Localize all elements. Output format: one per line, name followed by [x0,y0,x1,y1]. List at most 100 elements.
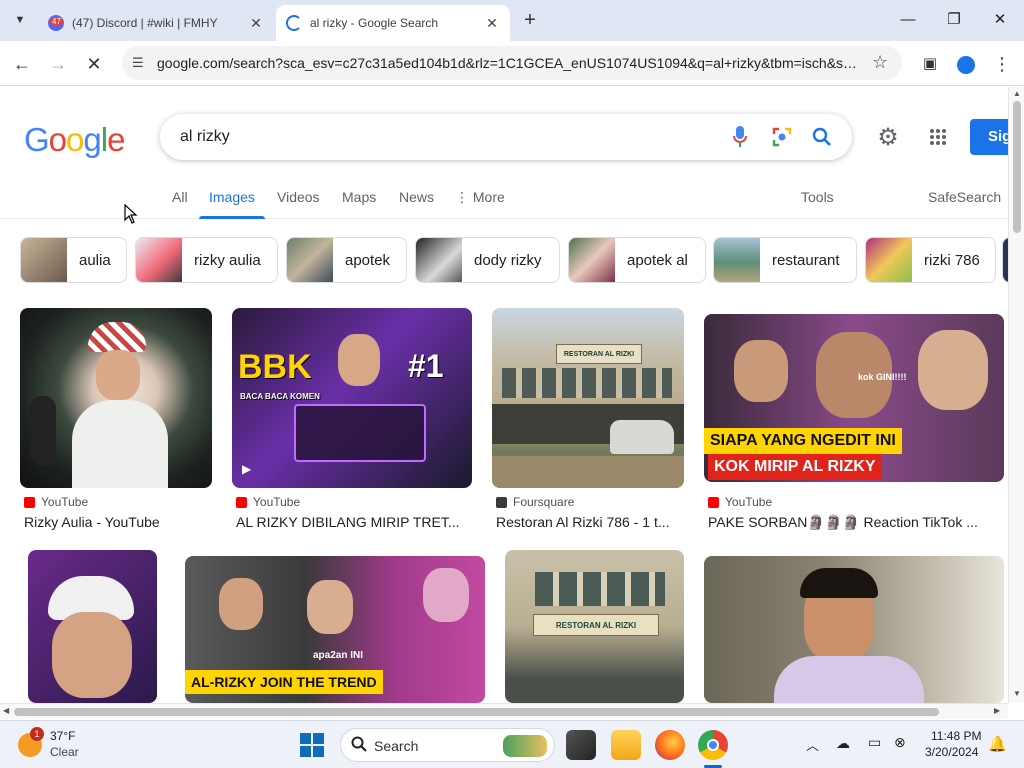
back-button[interactable]: ← [8,50,36,78]
result-title[interactable]: Rizky Aulia - YouTube [24,514,212,530]
clock-time[interactable]: 11:48 PM [931,729,981,743]
browser-menu-icon[interactable]: ⋮ [988,50,1016,78]
scrollbar-thumb[interactable] [1013,101,1021,233]
network-sound-icon[interactable]: ⊗ [894,734,906,751]
firefox-icon[interactable] [655,730,685,760]
image-result[interactable]: RESTORAN AL RIZKI [505,550,684,703]
voice-search-icon[interactable] [728,125,752,149]
result-thumbnail[interactable]: RESTORAN AL RIZKI [492,308,684,488]
site-info-icon[interactable]: ☰ [132,55,144,71]
onedrive-off-icon[interactable]: ☁ [836,735,850,752]
youtube-icon [708,496,719,508]
result-title[interactable]: PAKE SORBAN🗿🗿🗿 Reaction TikTok ... [708,514,998,531]
chip-rizki-786[interactable]: rizki 786 [865,237,996,283]
tab-videos[interactable]: Videos [277,189,320,205]
foursquare-icon [496,496,507,508]
chip-aulia[interactable]: aulia [20,237,127,283]
face-shape [219,578,263,630]
image-result[interactable]: BBK BACA BACA KOMEN #1 ▶ YouTube AL RIZK… [232,308,472,538]
close-tab-icon[interactable]: ✕ [484,15,500,32]
result-thumbnail[interactable]: RESTORAN AL RIZKI [505,550,684,703]
show-hidden-icons-chevron[interactable]: ︿ [806,735,819,754]
task-view-icon[interactable] [566,730,596,760]
result-title[interactable]: Restoran Al Rizki 786 - 1 t... [496,514,684,530]
clock-date[interactable]: 3/20/2024 [925,745,978,759]
result-title[interactable]: AL RIZKY DIBILANG MIRIP TRET... [236,514,472,530]
result-thumbnail[interactable] [20,308,212,488]
tools-button[interactable]: Tools [801,189,834,205]
new-tab-button[interactable]: + [518,8,542,32]
notification-bell-icon[interactable]: 🔔 [988,735,1007,753]
image-result[interactable]: RESTORAN AL RIZKI Foursquare Restoran Al… [492,308,684,538]
start-button[interactable] [300,733,324,757]
image-result[interactable]: YouTube Rizky Aulia - YouTube [20,308,212,538]
thumbnail-banner: KOK MIRIP AL RIZKY [708,454,882,480]
tab-more[interactable]: ⋮ More [455,189,505,206]
search-box[interactable]: al rizky [160,114,852,160]
image-result[interactable] [704,556,1004,703]
bookmark-star-icon[interactable]: ☆ [872,52,888,73]
google-apps-icon[interactable] [924,123,952,151]
forward-button[interactable]: → [44,50,72,78]
sign-in-button[interactable]: Sig [970,119,1008,155]
result-thumbnail[interactable]: apa2an INI AL-RIZKY JOIN THE TREND [185,556,485,703]
scroll-up-arrow-icon[interactable]: ▲ [1013,89,1021,98]
thumbnail-text-small: BACA BACA KOMEN [240,392,320,401]
image-result[interactable]: apa2an INI AL-RIZKY JOIN THE TREND [185,556,485,703]
chip-apotek-al[interactable]: apotek al [568,237,706,283]
tab-all[interactable]: All [172,189,188,205]
address-bar[interactable]: ☰ google.com/search?sca_esv=c27c31a5ed10… [122,46,902,80]
image-result[interactable] [28,550,157,703]
lens-search-icon[interactable] [770,125,794,149]
chip-restaurant[interactable]: restaurant [713,237,857,283]
scroll-left-arrow-icon[interactable]: ◀ [3,706,9,715]
image-result[interactable]: kok GINI!!!! SIAPA YANG NGEDIT INI KOK M… [704,308,1004,538]
tab-search-button[interactable]: ▼ [10,10,30,30]
safesearch-button[interactable]: SafeSearch [928,189,1001,205]
result-thumbnail[interactable] [28,550,157,703]
windows-taskbar: 1 37°F Clear Search ︿ ☁ ▭ ⊗ 11:48 PM 3/2… [0,720,1024,768]
more-dots-icon: ⋮ [455,189,469,205]
result-thumbnail[interactable]: kok GINI!!!! SIAPA YANG NGEDIT INI KOK M… [704,314,1004,482]
parked-car [610,420,674,454]
tab-maps[interactable]: Maps [342,189,376,205]
close-tab-icon[interactable]: ✕ [248,15,264,32]
file-explorer-icon[interactable] [611,730,641,760]
settings-gear-icon[interactable]: ⚙ [874,123,902,151]
chip-rizky-aulia[interactable]: rizky aulia [135,237,278,283]
browser-tab-discord[interactable]: 47 (47) Discord | #wiki | FMHY ✕ [38,5,274,41]
scrollbar-thumb[interactable] [14,708,939,716]
scroll-right-arrow-icon[interactable]: ▶ [994,706,1000,715]
result-source: YouTube [236,495,300,509]
vertical-scrollbar[interactable]: ▲ ▼ [1008,87,1024,703]
google-logo[interactable]: Google [24,121,125,159]
source-name: Foursquare [513,495,575,509]
shop-sign: RESTORAN AL RIZKI [556,344,642,364]
chrome-icon[interactable] [698,730,728,760]
horizontal-scrollbar[interactable]: ◀ ▶ [0,703,1008,719]
thumbnail-text-big: BBK [238,348,312,386]
profile-avatar-icon[interactable] [952,50,980,78]
chip-thumbnail [416,238,462,282]
minimize-button[interactable]: — [894,8,922,32]
close-window-button[interactable]: ✕ [986,8,1014,32]
scroll-down-arrow-icon[interactable]: ▼ [1013,689,1021,698]
search-input[interactable]: al rizky [180,128,230,146]
chip-dody-rizky[interactable]: dody rizky [415,237,560,283]
stop-loading-button[interactable]: ✕ [80,50,108,78]
result-thumbnail[interactable]: BBK BACA BACA KOMEN #1 ▶ [232,308,472,488]
side-panel-icon[interactable]: ▣ [916,50,944,78]
chip-apotek[interactable]: apotek [286,237,407,283]
result-thumbnail[interactable] [704,556,1004,703]
weather-alert-badge: 1 [30,727,44,741]
tab-news[interactable]: News [399,189,434,205]
taskbar-search-box[interactable]: Search [340,728,555,762]
google-images-page: Google al rizky ⚙ Sig All Images Videos … [0,87,1008,703]
search-icon[interactable] [810,125,834,149]
tab-images[interactable]: Images [209,189,255,205]
shop-sign: RESTORAN AL RIZKI [533,614,659,636]
display-icon[interactable]: ▭ [868,734,881,751]
weather-widget[interactable]: 1 37°F Clear [16,727,126,763]
restore-button[interactable]: ❐ [940,8,968,32]
browser-tab-google[interactable]: al rizky - Google Search ✕ [276,5,510,41]
